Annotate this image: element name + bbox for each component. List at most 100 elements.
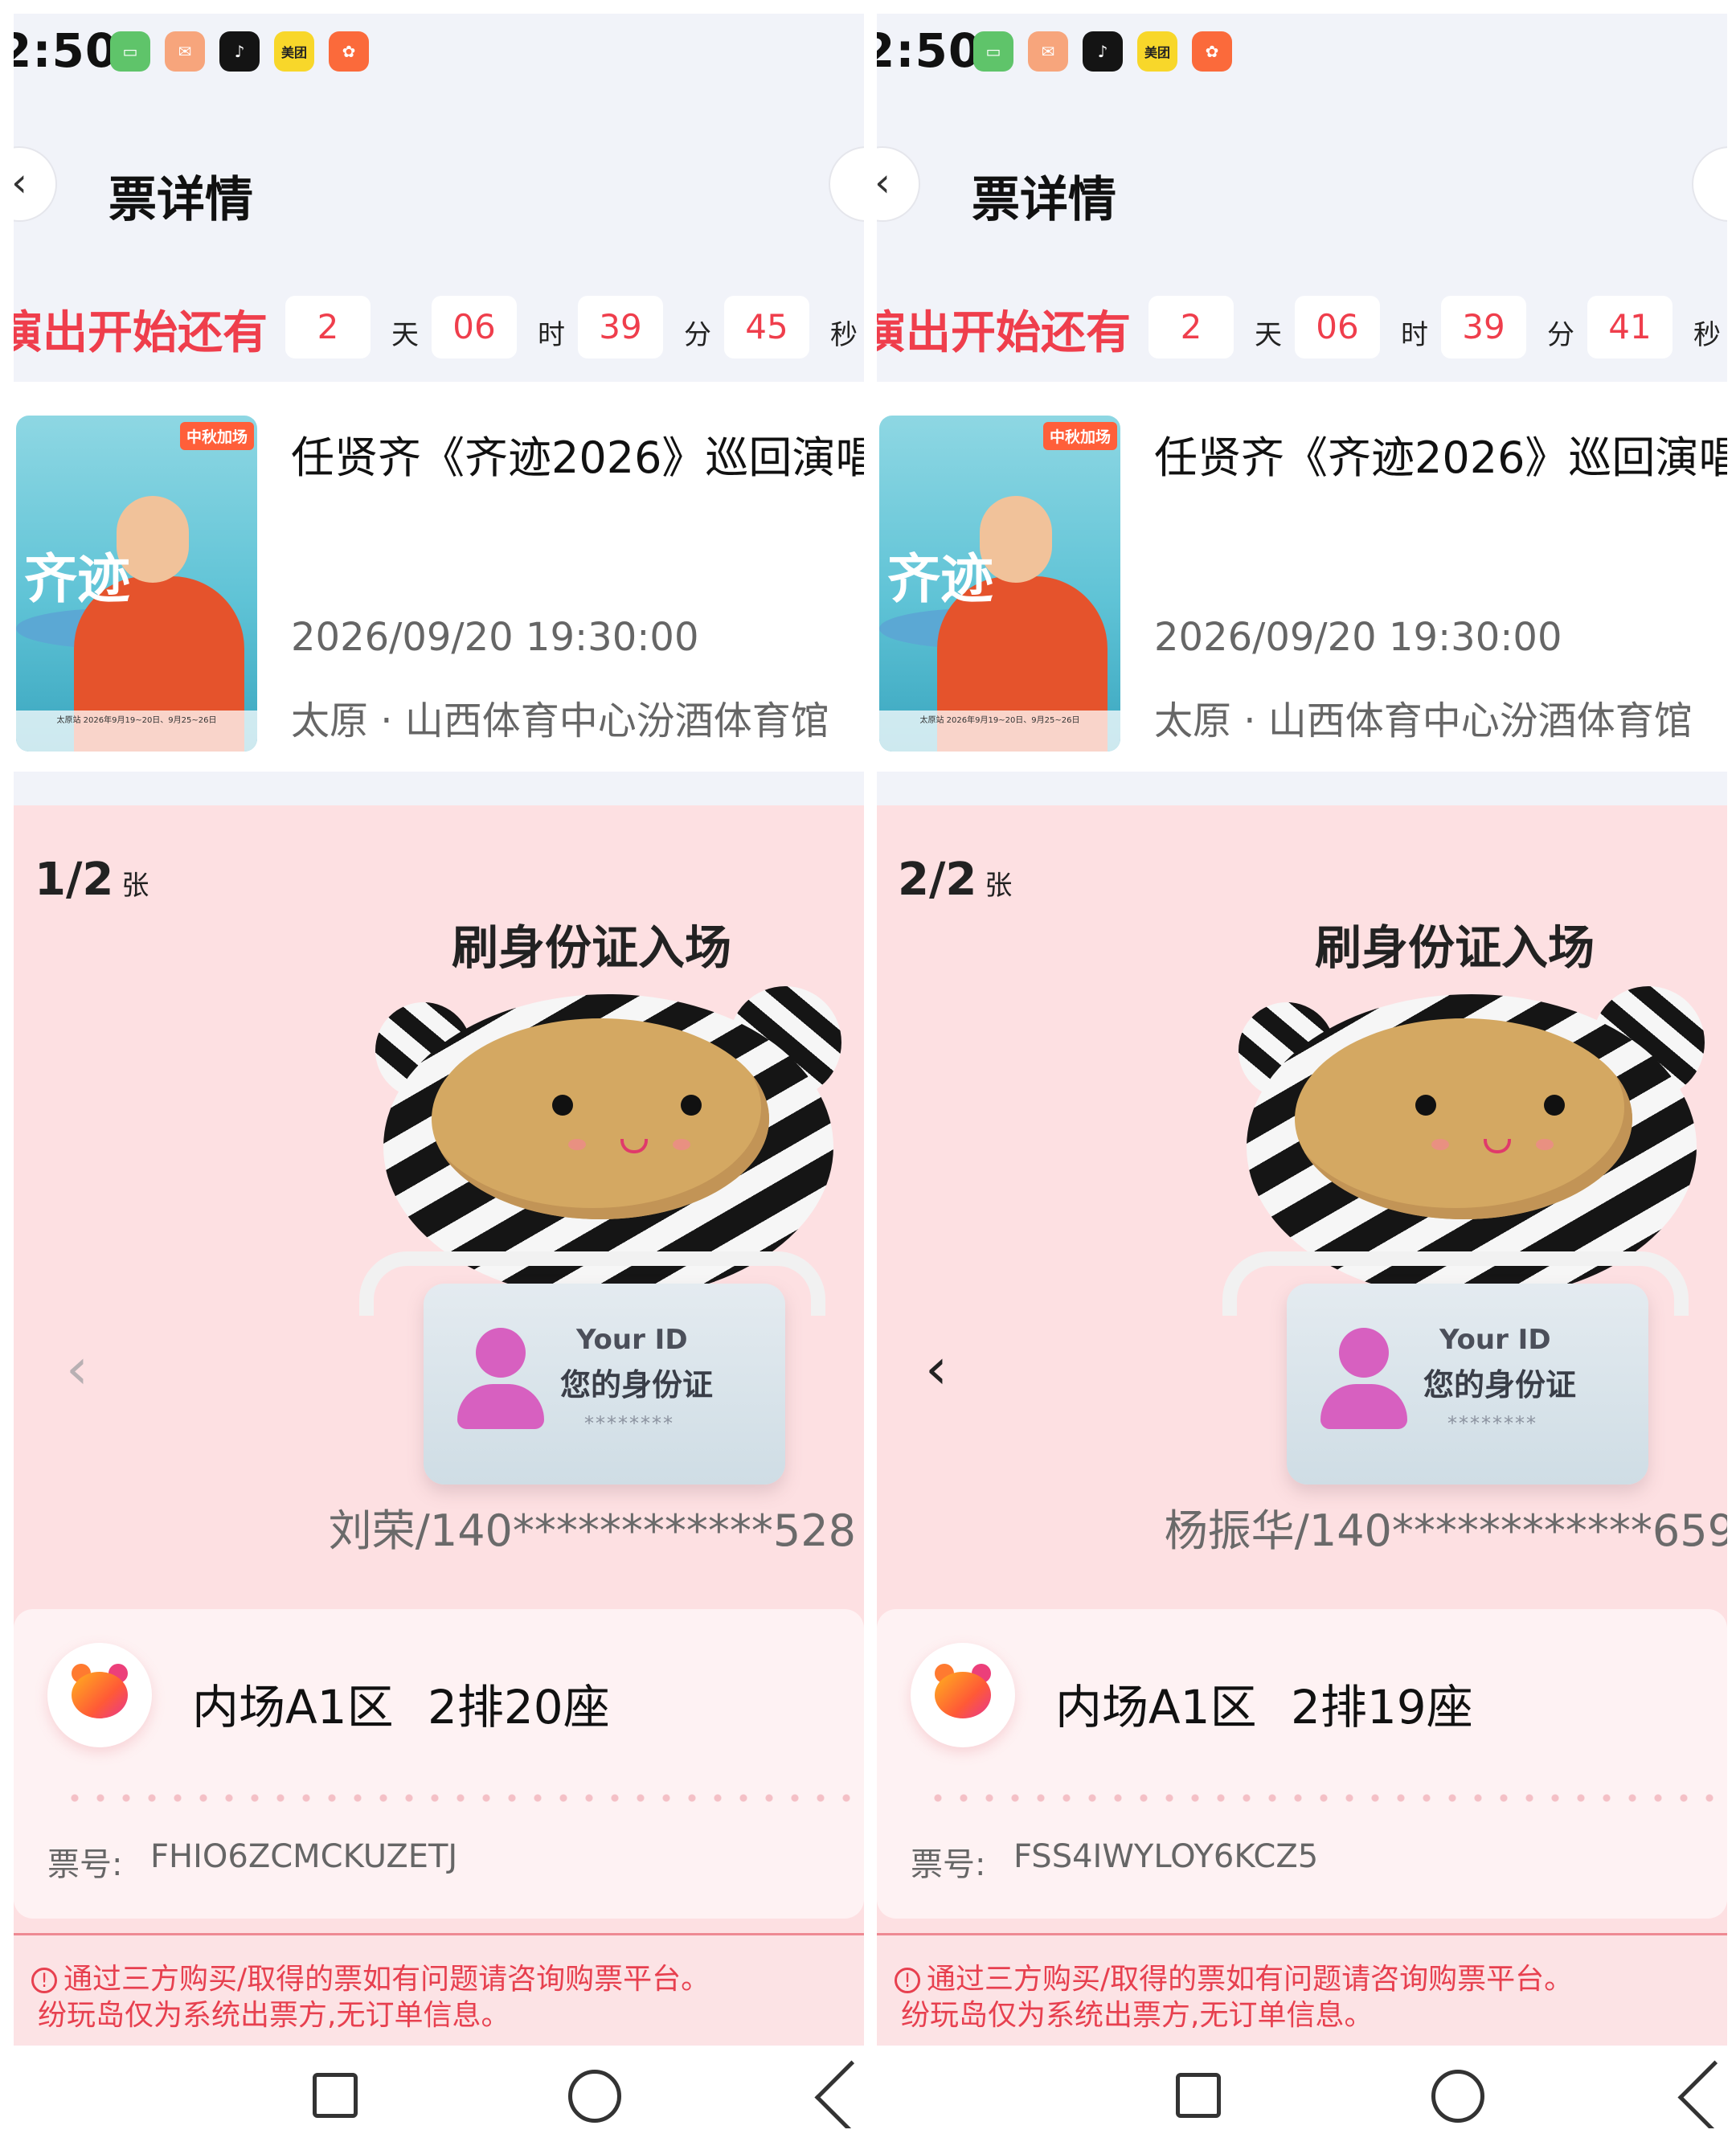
ticket-index-unit: 张 <box>985 870 1013 902</box>
id-card-cn: 您的身份证 <box>1423 1367 1577 1403</box>
mascot-face <box>432 1018 769 1219</box>
countdown-seconds: 45 <box>724 296 809 358</box>
nav-back-icon[interactable] <box>1677 2060 1727 2128</box>
id-card-graphic: Your ID 您的身份证 ******** <box>424 1284 785 1485</box>
chevron-left-icon[interactable]: ‹ <box>925 1336 948 1402</box>
chat-app-icon: ▭ <box>973 31 1013 72</box>
countdown-hours: 06 <box>1295 296 1380 358</box>
seat-area: 内场A1区 <box>192 1680 394 1734</box>
meituan-icon: 美团 <box>274 31 314 72</box>
kuaishou-icon: ✿ <box>1192 31 1232 72</box>
page-header: ‹ 票详情 <box>14 122 864 259</box>
tiktok-icon: ♪ <box>219 31 260 72</box>
countdown-days: 2 <box>285 296 371 358</box>
more-button[interactable] <box>829 146 864 222</box>
ticket-index-unit: 张 <box>121 870 149 902</box>
show-poster: 齐迹 中秋加场 太原站 2026年9月19~20日、9月25~26日 <box>16 416 257 752</box>
show-datetime: 2026/09/20 19:30:00 <box>1154 615 1562 660</box>
person-icon <box>476 1328 526 1378</box>
countdown-seconds: 41 <box>1587 296 1673 358</box>
entry-method: 刷身份证入场 <box>1314 920 1595 975</box>
countdown-bar: 演出开始还有 2 天 06 时 39 分 45 秒 <box>14 269 864 382</box>
show-venue: 太原 · 山西体育中心汾酒体育馆 <box>1154 698 1693 743</box>
show-poster: 齐迹 中秋加场 太原站 2026年9月19~20日、9月25~26日 <box>879 416 1120 752</box>
countdown-hours: 06 <box>432 296 517 358</box>
poster-tag: 中秋加场 <box>1042 422 1117 450</box>
status-time: 2:50 <box>877 23 982 78</box>
meituan-icon: 美团 <box>1137 31 1177 72</box>
mascot-mouth <box>620 1139 648 1153</box>
mascot-face <box>1295 1018 1632 1219</box>
id-card-graphic: Your ID 您的身份证 ******** <box>1287 1284 1648 1485</box>
chevron-left-icon[interactable]: ‹ <box>66 1336 88 1402</box>
countdown-minutes: 39 <box>1441 296 1526 358</box>
countdown-unit-min: 分 <box>1547 319 1574 351</box>
poster-title: 齐迹 <box>24 548 130 610</box>
show-info-card[interactable]: 齐迹 中秋加场 太原站 2026年9月19~20日、9月25~26日 任贤齐《齐… <box>14 382 864 772</box>
mascot-illustration: Your ID 您的身份证 ******** <box>1222 986 1713 1485</box>
recent-apps-icon[interactable] <box>313 2073 358 2118</box>
home-icon[interactable] <box>568 2070 621 2123</box>
page-title: 票详情 <box>972 172 1116 228</box>
countdown-unit-hour: 时 <box>538 319 565 351</box>
poster-tag: 中秋加场 <box>179 422 254 450</box>
app-logo-icon <box>47 1643 152 1747</box>
notice-bar: ! 通过三方购买/取得的票如有问题请咨询购票平台。 纷玩岛仅为系统出票方,无订单信… <box>877 1933 1727 2048</box>
ticket-screen-2: 2:50 ▭ ✉ ♪ 美团 ✿ ‹ 票详情 演出开始还有 2 天 06 时 39… <box>877 14 1727 2128</box>
countdown-unit-sec: 秒 <box>1693 319 1721 351</box>
ticket-number: FSS4IWYLOY6KCZ5 <box>1013 1838 1319 1875</box>
countdown-minutes: 39 <box>578 296 663 358</box>
nav-back-icon[interactable] <box>814 2060 864 2128</box>
countdown-days: 2 <box>1148 296 1234 358</box>
mascot-cheek <box>673 1139 690 1150</box>
countdown-bar: 演出开始还有 2 天 06 时 39 分 41 秒 <box>877 269 1727 382</box>
show-venue: 太原 · 山西体育中心汾酒体育馆 <box>291 698 829 743</box>
dotted-divider <box>62 1794 864 1802</box>
notice-text-1: 通过三方购买/取得的票如有问题请咨询购票平台。 <box>927 1963 1574 1996</box>
countdown-label: 演出开始还有 <box>877 307 1131 359</box>
countdown-unit-sec: 秒 <box>830 319 858 351</box>
mail-app-icon: ✉ <box>165 31 205 72</box>
system-nav-bar <box>877 2046 1727 2128</box>
kuaishou-icon: ✿ <box>329 31 369 72</box>
mascot-cheek <box>1536 1139 1554 1150</box>
app-logo-icon <box>911 1643 1015 1747</box>
mascot-eye <box>681 1095 702 1116</box>
show-info-card[interactable]: 齐迹 中秋加场 太原站 2026年9月19~20日、9月25~26日 任贤齐《齐… <box>877 382 1727 772</box>
recent-apps-icon[interactable] <box>1176 2073 1221 2118</box>
ticket-index: 2/2 张 <box>898 854 1012 906</box>
poster-footer: 太原站 2026年9月19~20日、9月25~26日 <box>16 711 257 752</box>
info-icon: ! <box>895 1968 920 1993</box>
system-nav-bar <box>14 2046 864 2128</box>
notice-line-2: 纷玩岛仅为系统出票方,无订单信息。 <box>901 1999 1374 2032</box>
ticket-index: 1/2 张 <box>35 854 149 906</box>
show-datetime: 2026/09/20 19:30:00 <box>291 615 699 660</box>
mascot-eye <box>1415 1095 1436 1116</box>
more-button[interactable] <box>1692 146 1727 222</box>
person-icon-body <box>457 1384 544 1429</box>
back-button[interactable]: ‹ <box>14 146 57 222</box>
id-card-cn: 您的身份证 <box>560 1367 714 1403</box>
back-button[interactable]: ‹ <box>877 146 920 222</box>
logo-face <box>72 1672 128 1718</box>
countdown-unit-hour: 时 <box>1401 319 1428 351</box>
ticket-holder: 杨振华/140************659 <box>1164 1505 1727 1556</box>
chat-app-icon: ▭ <box>110 31 150 72</box>
id-card-mask: ******** <box>584 1412 674 1435</box>
entry-method: 刷身份证入场 <box>451 920 731 975</box>
home-icon[interactable] <box>1431 2070 1484 2123</box>
id-card-en: Your ID <box>576 1324 688 1356</box>
seat-row: 2排20座 <box>428 1680 610 1734</box>
seat-row: 2排19座 <box>1291 1680 1473 1734</box>
show-title: 任贤齐《齐迹2026》巡回演唱会 <box>1154 432 1727 483</box>
mascot-cheek <box>568 1139 586 1150</box>
status-time: 2:50 <box>14 23 119 78</box>
page-header: ‹ 票详情 <box>877 122 1727 259</box>
mascot-cheek <box>1431 1139 1449 1150</box>
show-title: 任贤齐《齐迹2026》巡回演唱会 <box>291 432 864 483</box>
ticket-card: 1/2 张 刷身份证入场 Your ID 您的身份证 ******** ‹ 刘荣… <box>14 805 864 1947</box>
dotted-divider <box>925 1794 1727 1802</box>
countdown-label: 演出开始还有 <box>14 307 268 359</box>
page-title: 票详情 <box>108 172 253 228</box>
ticket-screen-1: 2:50 ▭ ✉ ♪ 美团 ✿ ‹ 票详情 演出开始还有 2 天 06 时 39… <box>14 14 864 2128</box>
